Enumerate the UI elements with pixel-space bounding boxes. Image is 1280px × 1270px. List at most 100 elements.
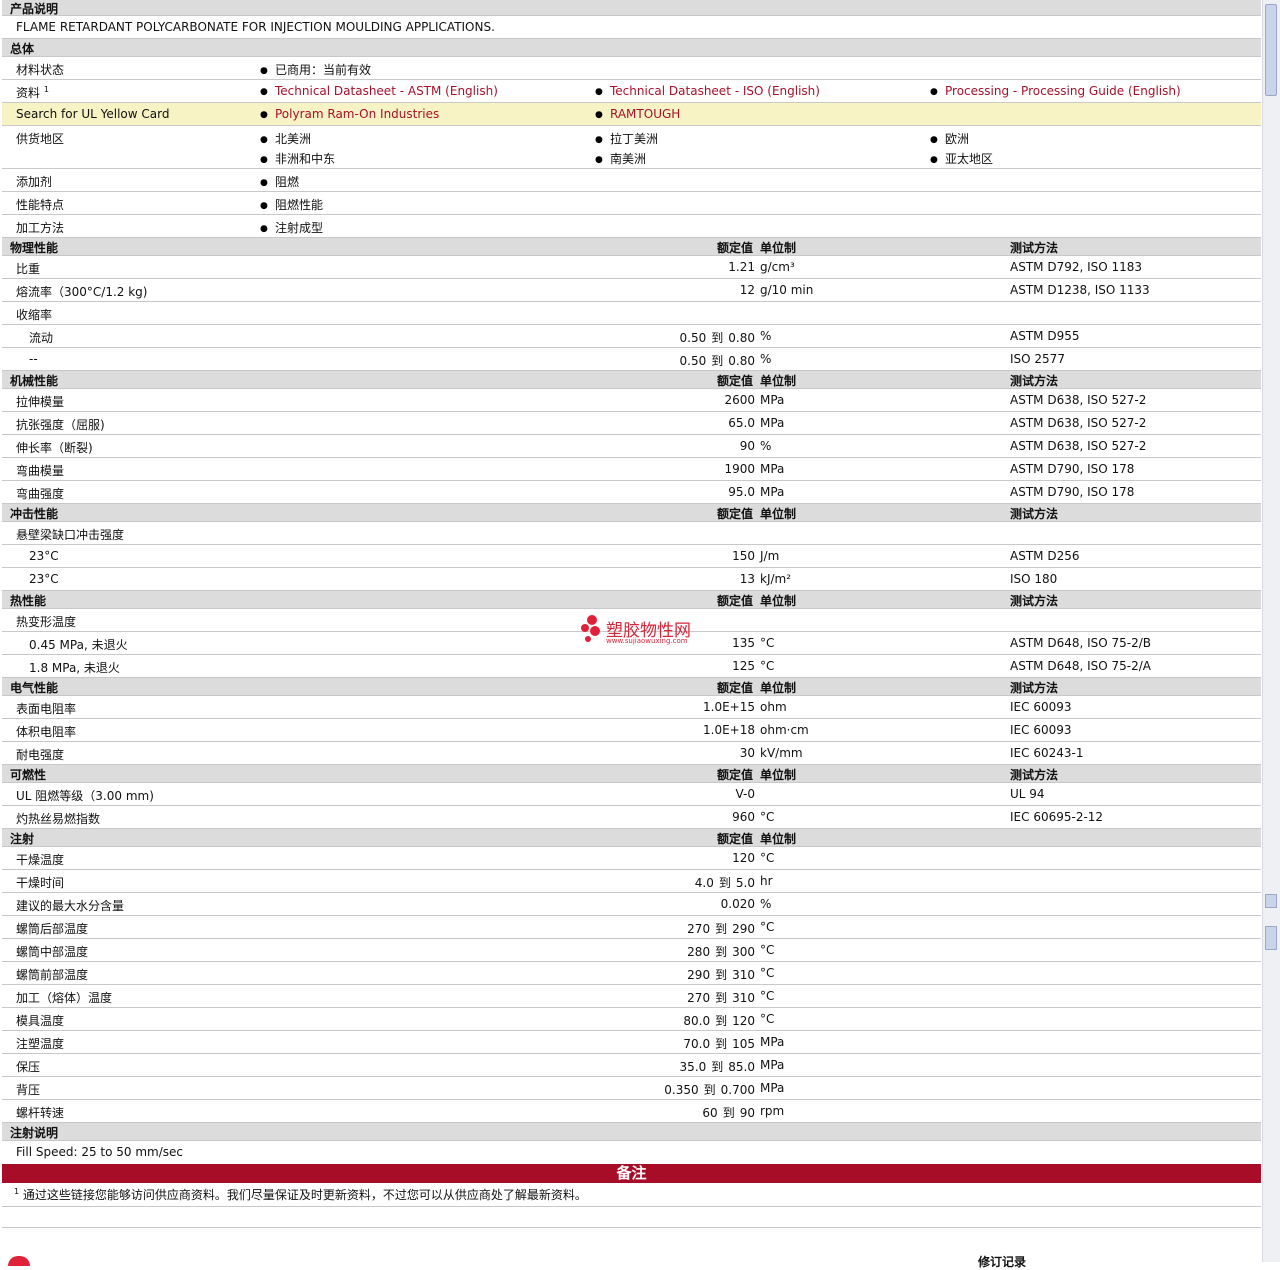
spacer-row [2, 1207, 1261, 1228]
range-low: 60 [702, 1106, 718, 1120]
property-method: ASTM D792, ISO 1183 [1010, 260, 1143, 274]
mechanical-row: 抗张强度（屈服) 65.0 MPa ASTM D638, ISO 527-2 [2, 412, 1261, 435]
property-unit: rpm [760, 1104, 785, 1118]
row-label: 资料 1 [16, 85, 49, 100]
property-label: 弯曲模量 [16, 464, 65, 478]
property-value: 960 [732, 810, 755, 824]
property-method: UL 94 [1010, 787, 1045, 801]
doc-link-iso[interactable]: Technical Datasheet - ISO (English) [610, 84, 820, 98]
ul-link-ramtough-bullet[interactable]: RAMTOUGH [595, 107, 680, 121]
injection-row: 背压 0.350 到 0.700 MPa [2, 1077, 1261, 1100]
row-label: 供货地区 [16, 132, 65, 146]
injection-row: 螺筒中部温度 280 到 300 °C [2, 939, 1261, 962]
range-high: 90 [739, 1106, 755, 1120]
doc-link-iso-bullet[interactable]: Technical Datasheet - ISO (English) [595, 84, 820, 98]
property-unit: °C [760, 966, 775, 980]
doc-link-processing[interactable]: Processing - Processing Guide (English) [945, 84, 1181, 98]
range-to: 到 [715, 1014, 728, 1028]
range-low: 4.0 [694, 876, 714, 890]
ul-link-ramtough[interactable]: RAMTOUGH [610, 107, 680, 121]
property-label: 螺筒后部温度 [16, 922, 89, 936]
mechanical-row: 弯曲模量 1900 MPa ASTM D790, ISO 178 [2, 458, 1261, 481]
property-method: IEC 60695-2-12 [1010, 810, 1104, 824]
electrical-row: 耐电强度 30 kV/mm IEC 60243-1 [2, 742, 1261, 765]
property-value-range: 60 到 90 [702, 1104, 755, 1121]
physical-row: 流动 0.50 到 0.80% ASTM D955 [2, 325, 1261, 348]
row-label: 材料状态 [16, 63, 65, 77]
property-unit: MPa [760, 1081, 785, 1095]
property-value: 1900 [724, 462, 755, 476]
range-high: 310 [732, 968, 755, 982]
header-method: 测试方法 [1010, 507, 1059, 521]
row-label: 加工方法 [16, 221, 65, 235]
header-method: 测试方法 [1010, 374, 1059, 388]
header-value: 额定值 [716, 768, 753, 782]
property-label: 收缩率 [16, 308, 53, 322]
property-unit: MPa [760, 1035, 785, 1049]
property-value: 12 [739, 283, 755, 297]
notes-row: 1 通过这些链接您能够访问供应商资料。我们尽量保证及时更新资料，不过您可以从供应… [2, 1183, 1261, 1207]
doc-link-astm-bullet[interactable]: Technical Datasheet - ASTM (English) [260, 84, 498, 98]
property-label: 弯曲强度 [16, 487, 65, 501]
injection-row: 干燥时间 4.0 到 5.0 hr [2, 870, 1261, 893]
watermark-url: www.sujiaowuxing.com [606, 637, 688, 645]
scrollbar-marker [1265, 894, 1277, 908]
region-item: 南美洲 [595, 150, 646, 167]
general-row-docs: 资料 1 Technical Datasheet - ASTM (English… [2, 80, 1261, 103]
doc-link-processing-bullet[interactable]: Processing - Processing Guide (English) [930, 84, 1181, 98]
general-row-status: 材料状态 已商用：当前有效 [2, 57, 1261, 80]
property-unit: °C [760, 636, 775, 650]
vertical-scrollbar[interactable] [1262, 0, 1280, 1262]
row-value: 阻燃性能 [260, 196, 323, 213]
property-value: 65.0 [728, 416, 755, 430]
range-to: 到 [715, 945, 728, 959]
notes-header: 备注 [2, 1164, 1261, 1183]
scrollbar-thumb[interactable] [1265, 4, 1277, 96]
property-value: 150 [732, 549, 755, 563]
doc-link-astm[interactable]: Technical Datasheet - ASTM (English) [275, 84, 498, 98]
injection-row: 干燥温度 120 °C [2, 847, 1261, 870]
injection-row: 注塑温度 70.0 到 105 MPa [2, 1031, 1261, 1054]
range-high: 120 [732, 1014, 755, 1028]
property-value-range: 0.50 到 0.80 [680, 329, 755, 346]
property-method: IEC 60093 [1010, 723, 1072, 737]
property-unit: % [760, 897, 772, 911]
physical-row: 收缩率 [2, 302, 1261, 325]
section-title: 注射说明 [10, 1126, 59, 1140]
property-method: ASTM D955 [1010, 329, 1080, 343]
ul-link-polyram[interactable]: Polyram Ram-On Industries [275, 107, 439, 121]
property-unit: % [760, 439, 772, 453]
property-label: 0.45 MPa, 未退火 [29, 638, 128, 652]
range-high: 0.80 [728, 354, 755, 368]
scrollbar-marker [1265, 926, 1277, 950]
region-item: 非洲和中东 [260, 150, 335, 167]
property-label: 23°C [29, 572, 59, 586]
property-value: 0.020 [720, 897, 755, 911]
region-item: 欧洲 [930, 130, 969, 147]
ul-link-polyram-bullet[interactable]: Polyram Ram-On Industries [260, 107, 439, 121]
range-high: 0.700 [720, 1083, 755, 1097]
injection-note: Fill Speed: 25 to 50 mm/sec [16, 1145, 184, 1159]
section-title: 产品说明 [10, 2, 59, 16]
header-method: 测试方法 [1010, 241, 1059, 255]
range-to: 到 [715, 991, 728, 1005]
header-unit: 单位制 [760, 681, 797, 695]
range-low: 0.50 [679, 331, 707, 345]
physical-row: -- 0.50 到 0.80% ISO 2577 [2, 348, 1261, 371]
header-unit: 单位制 [760, 594, 797, 608]
header-unit: 单位制 [760, 374, 797, 388]
range-low: 80.0 [683, 1014, 711, 1028]
section-title: 物理性能 [10, 241, 59, 255]
range-to: 到 [711, 354, 724, 368]
general-row-process: 加工方法 注射成型 [2, 215, 1261, 238]
range-high: 85.0 [728, 1060, 755, 1074]
section-title: 可燃性 [10, 768, 47, 782]
section-title: 冲击性能 [10, 507, 59, 521]
general-row-regions: 供货地区 北美洲 拉丁美洲 欧洲 非洲和中东 南美洲 亚太地区 [2, 126, 1261, 169]
section-title: 总体 [10, 42, 35, 56]
range-to: 到 [711, 331, 724, 345]
range-low: 0.50 [679, 354, 707, 368]
range-high: 290 [732, 922, 755, 936]
property-unit: MPa [760, 485, 785, 499]
watermark-dots-icon [581, 615, 600, 642]
